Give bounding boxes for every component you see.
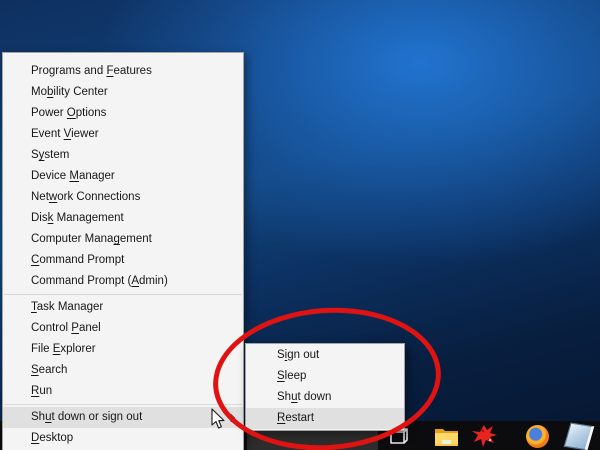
menu-item-label: Desktop bbox=[31, 432, 73, 444]
menu-item-label-pre: S bbox=[31, 149, 39, 161]
menu-item-label-pre: Command Prompt ( bbox=[31, 275, 131, 287]
menu-divider bbox=[4, 404, 242, 405]
desktop-wallpaper: Programs and Features Mobility Center Powe… bbox=[0, 0, 600, 450]
menu-item-label-post: Management bbox=[53, 212, 123, 224]
menu-item-search[interactable]: Search bbox=[3, 360, 243, 381]
menu-item-run[interactable]: Run bbox=[3, 381, 243, 402]
menu-item-label-post: xplorer bbox=[60, 343, 95, 355]
menu-item-label: Shut down or sign out bbox=[31, 411, 142, 423]
menu-item-label: Power Options bbox=[31, 107, 106, 119]
menu-item-label: File Explorer bbox=[31, 343, 96, 355]
firefox-logo-icon bbox=[526, 425, 549, 448]
menu-item-label-post: t down or sign out bbox=[51, 411, 142, 423]
menu-item-label-post: un bbox=[39, 385, 52, 397]
menu-item-device-manager[interactable]: Device Manager bbox=[3, 166, 243, 187]
menu-item-label-post: dmin) bbox=[139, 275, 168, 287]
menu-item-label-pre: Mo bbox=[31, 86, 47, 98]
menu-item-label: Command Prompt bbox=[31, 254, 124, 266]
menu-item-label: System bbox=[31, 149, 69, 161]
menu-item-label-accel: P bbox=[71, 322, 79, 334]
menu-item-label-post: ement bbox=[120, 233, 152, 245]
menu-item-label-pre: Net bbox=[31, 191, 49, 203]
menu-item-label-post: ask Manager bbox=[37, 301, 103, 313]
menu-item-control-panel[interactable]: Control Panel bbox=[3, 318, 243, 339]
menu-item-label-post: earch bbox=[39, 364, 68, 376]
menu-item-command-prompt[interactable]: Command Prompt bbox=[3, 250, 243, 271]
menu-item-label-pre: Control bbox=[31, 322, 71, 334]
menu-item-label: Task Manager bbox=[31, 301, 103, 313]
menu-item-label-accel: V bbox=[64, 128, 71, 140]
menu-item-task-manager[interactable]: Task Manager bbox=[3, 297, 243, 318]
winx-menu: Programs and Features Mobility Center Powe… bbox=[2, 52, 244, 450]
menu-item-label-post: ommand Prompt bbox=[39, 254, 124, 266]
menu-item-label-accel: A bbox=[131, 275, 139, 287]
menu-item-label-post: anel bbox=[79, 322, 101, 334]
menu-item-label-post: ility Center bbox=[53, 86, 107, 98]
red-splat-app-icon[interactable] bbox=[471, 423, 498, 449]
menu-item-label: Command Prompt (Admin) bbox=[31, 275, 168, 287]
menu-item-label: Computer Management bbox=[31, 233, 152, 245]
menu-item-label-pre: Power bbox=[31, 107, 67, 119]
menu-item-label: Event Viewer bbox=[31, 128, 99, 140]
notepad-icon bbox=[563, 422, 594, 450]
menu-item-label-pre: Event bbox=[31, 128, 64, 140]
menu-item-label-pre: Sh bbox=[31, 411, 45, 423]
menu-item-label: Mobility Center bbox=[31, 86, 108, 98]
menu-item-label: Device Manager bbox=[31, 170, 115, 182]
menu-item-file-explorer[interactable]: File Explorer bbox=[3, 339, 243, 360]
menu-item-label-post: ork Connections bbox=[57, 191, 140, 203]
menu-item-label: Network Connections bbox=[31, 191, 140, 203]
menu-item-label: Disk Management bbox=[31, 212, 124, 224]
menu-item-label: Search bbox=[31, 364, 67, 376]
menu-item-label-pre: Device bbox=[31, 170, 69, 182]
menu-item-label-accel: w bbox=[49, 191, 57, 203]
menu-item-label-post: iewer bbox=[71, 128, 98, 140]
menu-item-label-accel: M bbox=[69, 170, 79, 182]
firefox-browser-icon[interactable] bbox=[524, 423, 551, 449]
menu-item-system[interactable]: System bbox=[3, 145, 243, 166]
menu-item-label-post: eatures bbox=[113, 65, 151, 77]
menu-item-event-viewer[interactable]: Event Viewer bbox=[3, 124, 243, 145]
menu-item-label-pre: Dis bbox=[31, 212, 48, 224]
menu-item-label: Programs and Features bbox=[31, 65, 152, 77]
folder-icon bbox=[434, 426, 459, 447]
menu-item-disk-management[interactable]: Disk Management bbox=[3, 208, 243, 229]
menu-item-computer-management[interactable]: Computer Management bbox=[3, 229, 243, 250]
menu-item-command-prompt-admin[interactable]: Command Prompt (Admin) bbox=[3, 271, 243, 292]
menu-item-programs-and-features[interactable]: Programs and Features bbox=[3, 61, 243, 82]
menu-item-label-post: anager bbox=[79, 170, 115, 182]
menu-item-desktop[interactable]: Desktop bbox=[3, 428, 243, 449]
menu-item-power-options[interactable]: Power Options bbox=[3, 103, 243, 124]
menu-item-label: Run bbox=[31, 385, 52, 397]
menu-divider bbox=[4, 294, 242, 295]
menu-item-mobility-center[interactable]: Mobility Center bbox=[3, 82, 243, 103]
file-explorer-folder-icon[interactable] bbox=[433, 423, 460, 449]
menu-item-label-post: stem bbox=[44, 149, 69, 161]
menu-item-label-post: esktop bbox=[39, 432, 73, 444]
menu-item-label-pre: Programs and bbox=[31, 65, 106, 77]
menu-item-label: Control Panel bbox=[31, 322, 101, 334]
arrow-cursor-icon bbox=[211, 408, 227, 435]
menu-item-network-connections[interactable]: Network Connections bbox=[3, 187, 243, 208]
menu-item-label-accel: S bbox=[31, 364, 39, 376]
menu-item-shut-down-or-sign-out[interactable]: Shut down or sign out bbox=[3, 407, 243, 428]
menu-item-label-pre: File bbox=[31, 343, 53, 355]
splat-icon bbox=[471, 423, 498, 449]
notepad-app-icon[interactable] bbox=[565, 423, 592, 449]
menu-item-label-post: ptions bbox=[76, 107, 107, 119]
menu-item-label-pre: Computer Mana bbox=[31, 233, 113, 245]
menu-item-label-accel: O bbox=[67, 107, 76, 119]
